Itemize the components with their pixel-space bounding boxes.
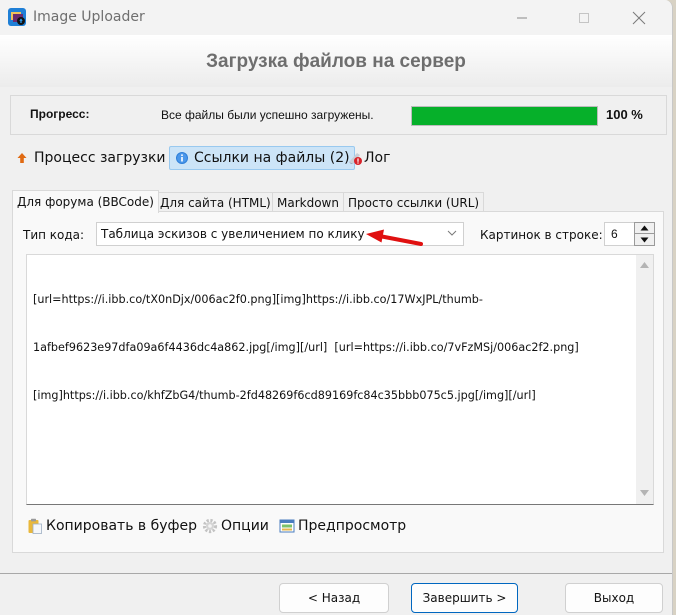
action-label: Опции (221, 518, 269, 534)
clipboard-icon (27, 518, 43, 534)
progress-percent: 100 % (606, 107, 643, 122)
stepper-buttons (634, 222, 655, 246)
progress-fill (412, 107, 597, 125)
app-icon (8, 8, 26, 26)
tab-markdown[interactable]: Markdown (272, 192, 344, 212)
progress-panel: Прогресс: Все файлы были успешно загруже… (10, 95, 667, 135)
minimize-icon (517, 17, 527, 18)
stepper-up-button[interactable] (635, 223, 654, 234)
chevron-down-icon (447, 226, 457, 243)
tab-bbcode[interactable]: Для форума (BBCode) (12, 190, 159, 213)
maximize-button[interactable] (561, 0, 607, 35)
images-per-row-stepper[interactable]: 6 (604, 222, 655, 246)
mode-tab-upload-process[interactable]: Процесс загрузки (14, 146, 166, 170)
code-type-value: Таблица эскизов с увеличением по клику (101, 227, 365, 241)
preview-icon (279, 518, 295, 534)
exit-button[interactable]: Выход (565, 583, 663, 613)
mode-tab-label: Лог (364, 150, 391, 166)
title-bar: Image Uploader (0, 0, 672, 35)
progress-status: Все файлы были успешно загружены. (161, 108, 374, 122)
upload-arrow-icon (14, 150, 30, 166)
images-per-row-label: Картинок в строке: (480, 228, 603, 242)
code-output-text[interactable]: [url=https://i.ibb.co/tX0nDjx/006ac2f0.p… (33, 260, 618, 436)
close-icon (632, 11, 646, 24)
action-label: Предпросмотр (298, 518, 407, 534)
stepper-down-button[interactable] (635, 234, 654, 245)
tab-label: Markdown (277, 195, 339, 210)
gear-icon (202, 518, 218, 534)
maximize-icon (579, 12, 589, 23)
code-type-select[interactable]: Таблица эскизов с увеличением по клику (96, 222, 464, 246)
minimize-button[interactable] (499, 0, 545, 35)
scroll-up-icon[interactable] (640, 262, 649, 268)
mode-tab-label: Ссылки на файлы (2) (194, 150, 350, 166)
close-button[interactable] (616, 0, 662, 35)
copy-to-clipboard-button[interactable]: Копировать в буфер (27, 518, 197, 534)
triangle-down-icon (640, 237, 649, 242)
tab-html[interactable]: Для сайта (HTML) (155, 192, 276, 212)
tab-plain-urls[interactable]: Просто ссылки (URL) (343, 192, 485, 212)
image-uploader-window: Image Uploader Загрузка файлов на сервер… (0, 0, 673, 615)
back-button[interactable]: < Назад (279, 583, 389, 613)
finish-button[interactable]: Завершить > (411, 583, 518, 613)
mode-tab-label: Процесс загрузки (34, 150, 166, 166)
progress-label: Прогресс: (30, 107, 90, 121)
info-icon (174, 150, 190, 166)
bbcode-tab-panel: Тип кода: Таблица эскизов с увеличением … (12, 211, 664, 553)
footer-separator (0, 573, 672, 574)
code-line: [img]https://i.ibb.co/khfZbG4/thumb-2fd4… (33, 389, 536, 402)
window-title: Image Uploader (33, 9, 145, 25)
tab-label: Просто ссылки (URL) (348, 195, 480, 210)
page-title: Загрузка файлов на сервер (206, 51, 466, 72)
vertical-scrollbar[interactable] (636, 255, 653, 504)
progress-bar (411, 106, 598, 126)
images-per-row-value[interactable]: 6 (611, 227, 618, 241)
preview-button[interactable]: Предпросмотр (279, 518, 406, 534)
log-error-icon (347, 150, 363, 166)
code-output-textarea[interactable]: [url=https://i.ibb.co/tX0nDjx/006ac2f0.p… (26, 254, 654, 505)
options-button[interactable]: Опции (202, 518, 269, 534)
action-label: Копировать в буфер (46, 518, 197, 534)
code-type-label: Тип кода: (23, 228, 85, 242)
triangle-up-icon (640, 225, 649, 231)
scroll-down-icon[interactable] (640, 490, 649, 496)
mode-tab-file-links[interactable]: Ссылки на файлы (2) (169, 146, 355, 170)
mode-tab-log[interactable]: Лог (347, 146, 390, 170)
header-band: Загрузка файлов на сервер (0, 35, 672, 87)
tab-label: Для сайта (HTML) (160, 195, 271, 210)
tab-label: Для форума (BBCode) (17, 195, 154, 209)
code-line: [url=https://i.ibb.co/tX0nDjx/006ac2f0.p… (33, 293, 483, 306)
code-line: 1afbef9623e97dfa09a6f4436dc4a862.jpg[/im… (33, 341, 579, 354)
